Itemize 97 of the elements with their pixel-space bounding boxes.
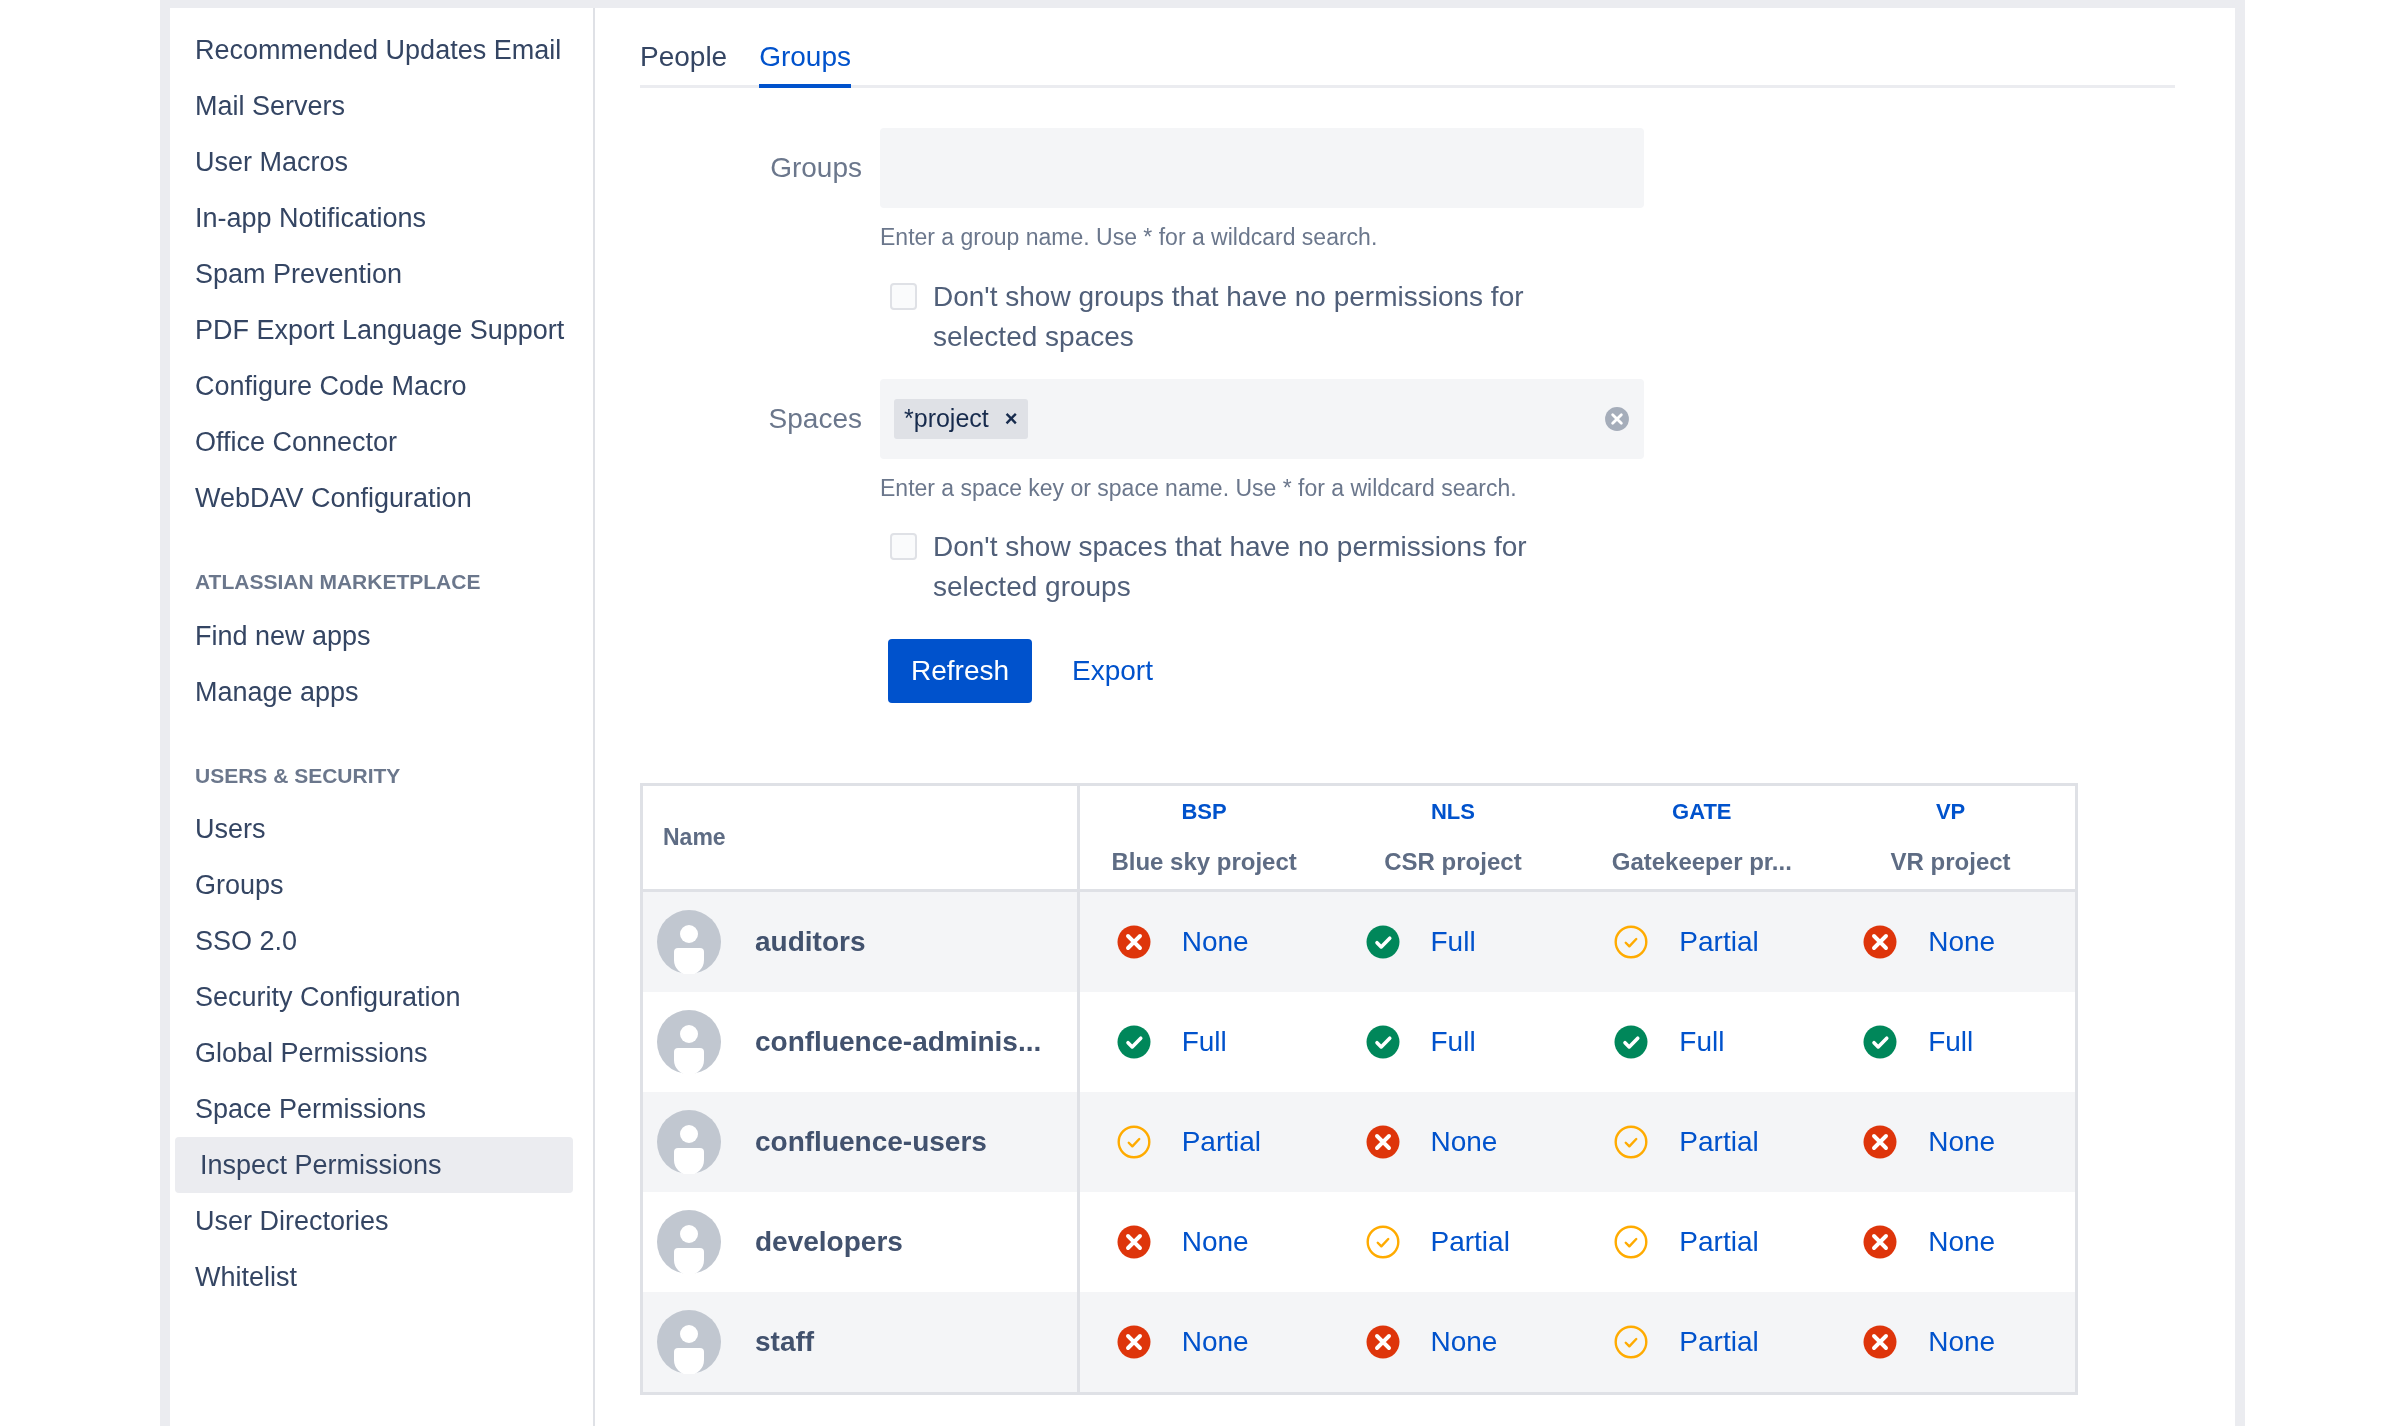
tab[interactable]: Groups [759, 36, 851, 88]
check-circle-icon [1862, 1024, 1899, 1060]
error-cross-icon [1115, 1224, 1152, 1260]
sidebar-item[interactable]: Mail Servers [170, 78, 573, 134]
sidebar-item[interactable]: Security Configuration [170, 969, 573, 1025]
error-cross-icon [1862, 924, 1899, 960]
permission-link[interactable]: None [1928, 1121, 1996, 1163]
section-heading: ATLASSIAN MARKETPLACE [194, 569, 482, 595]
permission-link[interactable]: Partial [1181, 1121, 1262, 1163]
permission-link[interactable]: Full [1928, 1021, 1974, 1063]
space-name: Blue sky project [1111, 847, 1297, 877]
sidebar-item[interactable]: Global Permissions [170, 1025, 573, 1081]
permission-link[interactable]: Full [1181, 1021, 1227, 1063]
space-name: CSR project [1384, 847, 1522, 877]
sidebar-item[interactable]: Users [170, 801, 573, 857]
column-header: Name [663, 823, 726, 853]
check-circle-icon [1364, 1024, 1401, 1060]
error-cross-icon [1862, 1324, 1899, 1360]
check-outline-icon [1613, 924, 1650, 960]
permission-link[interactable]: Partial [1679, 1121, 1759, 1163]
avatar-icon [657, 1210, 721, 1274]
check-outline-icon [1613, 1224, 1650, 1260]
permission-link[interactable]: Full [1679, 1021, 1725, 1063]
check-circle-icon [1115, 1024, 1152, 1060]
error-cross-icon [1364, 1324, 1401, 1360]
sidebar-item[interactable]: Find new apps [170, 607, 573, 664]
avatar-icon [657, 1010, 721, 1074]
space-name: Gatekeeper pr... [1611, 847, 1792, 877]
sidebar-item[interactable]: In-app Notifications [170, 190, 573, 246]
permission-link[interactable]: Full [1430, 921, 1476, 963]
avatar-icon [657, 1310, 721, 1374]
clear-icon[interactable] [1604, 405, 1630, 432]
permission-link[interactable]: None [1928, 1321, 1996, 1363]
sidebar-item[interactable]: SSO 2.0 [170, 913, 573, 969]
sidebar-item[interactable]: Inspect Permissions [175, 1137, 573, 1193]
sidebar-item[interactable]: PDF Export Language Support [170, 302, 573, 358]
checkbox-label: Don't show spaces that have no permissions for selected groups [933, 530, 1528, 604]
permission-link[interactable]: None [1181, 921, 1249, 963]
field-hint: Enter a group name. Use * for a wildcard search. [880, 223, 1379, 252]
export-link[interactable]: Export [1072, 650, 1153, 692]
error-cross-icon [1364, 1124, 1401, 1160]
sidebar-item[interactable]: Spam Prevention [170, 246, 573, 302]
permission-link[interactable]: None [1181, 1321, 1249, 1363]
space-key-link[interactable]: BSP [1181, 795, 1227, 828]
group-name: developers [755, 1225, 903, 1259]
error-cross-icon [1862, 1224, 1899, 1260]
checkbox[interactable] [890, 282, 917, 310]
space-name: VR project [1890, 847, 2011, 877]
sidebar-item[interactable]: Recommended Updates Email [170, 22, 573, 78]
group-name: confluence-adminis... [755, 1025, 1042, 1059]
check-outline-icon [1364, 1224, 1401, 1260]
spaces-input-field[interactable]: *project × [880, 378, 1644, 459]
avatar-icon [657, 1110, 721, 1174]
check-circle-icon [1613, 1024, 1650, 1060]
section-heading: USERS & SECURITY [194, 762, 402, 789]
avatar-icon [657, 910, 721, 974]
tab[interactable]: People [640, 36, 728, 88]
permission-link[interactable]: Partial [1679, 1221, 1759, 1263]
permission-link[interactable]: Partial [1679, 1321, 1759, 1363]
permission-link[interactable]: None [1430, 1321, 1498, 1363]
error-cross-icon [1115, 924, 1152, 960]
group-name: confluence-users [755, 1125, 987, 1159]
error-cross-icon [1862, 1124, 1899, 1160]
sidebar-item[interactable]: Space Permissions [170, 1081, 573, 1137]
permission-link[interactable]: None [1430, 1121, 1498, 1163]
refresh-button[interactable]: Refresh [888, 639, 1033, 703]
sidebar-item[interactable]: Manage apps [170, 663, 573, 720]
tag-label: *project [904, 402, 989, 434]
check-outline-icon [1613, 1124, 1650, 1160]
permission-link[interactable]: None [1928, 921, 1996, 963]
field-label: Spaces [767, 401, 863, 436]
sidebar-item[interactable]: User Macros [170, 134, 573, 190]
check-circle-icon [1364, 924, 1401, 960]
sidebar-item[interactable]: Office Connector [170, 414, 573, 470]
sidebar-item[interactable]: WebDAV Configuration [170, 470, 573, 526]
sidebar-item[interactable]: Groups [170, 857, 573, 913]
check-outline-icon [1115, 1124, 1152, 1160]
permission-link[interactable]: Partial [1430, 1221, 1510, 1263]
sidebar-item[interactable]: User Directories [170, 1193, 573, 1249]
space-key-link[interactable]: GATE [1672, 795, 1732, 828]
group-name: auditors [755, 925, 866, 959]
sidebar-item[interactable]: Configure Code Macro [170, 358, 573, 414]
checkbox[interactable] [890, 533, 917, 560]
field-hint: Enter a space key or space name. Use * for a wildcard search. [880, 473, 1518, 503]
error-cross-icon [1115, 1324, 1152, 1360]
group-name: staff [755, 1325, 815, 1359]
permission-link[interactable]: Full [1430, 1021, 1476, 1063]
space-key-link[interactable]: NLS [1430, 795, 1475, 828]
sidebar-item[interactable]: Whitelist [170, 1249, 573, 1305]
checkbox-label: Don't show groups that have no permissions for selected spaces [933, 279, 1525, 354]
tag-remove-button[interactable]: × [1004, 402, 1018, 435]
check-outline-icon [1613, 1324, 1650, 1360]
permission-link[interactable]: None [1928, 1221, 1996, 1263]
field-label: Groups [769, 151, 863, 185]
permission-link[interactable]: Partial [1679, 921, 1759, 963]
permission-link[interactable]: None [1181, 1221, 1249, 1263]
space-key-link[interactable]: VP [1935, 795, 1966, 828]
